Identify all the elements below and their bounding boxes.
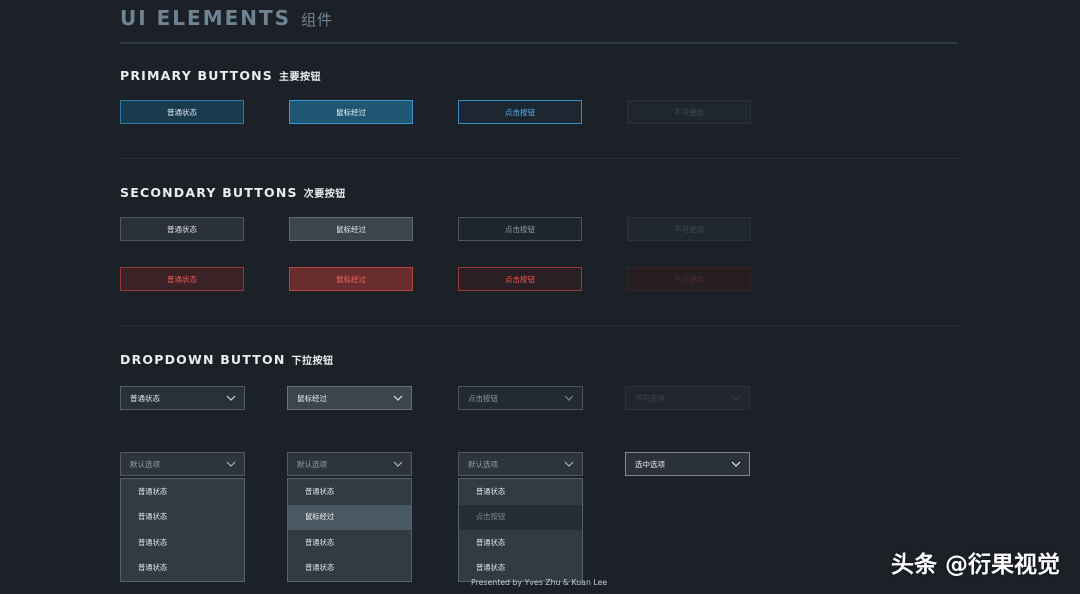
presenter-credit: Presented by Yves Zhu & Kuan Lee [471,578,608,587]
menu-item[interactable]: 普通状态 [288,530,411,556]
page-title-zh: 组件 [301,11,334,29]
dropdown-selected[interactable]: 选中选项 [625,452,750,476]
chevron-down-icon [393,395,403,401]
primary-button-disabled: 不可使用 [627,100,751,124]
dropdown-open-3[interactable]: 默认选项 [458,452,583,476]
title-divider [120,42,958,44]
chevron-down-icon [226,395,236,401]
dropdown-placeholder: 默认选项 [297,459,327,469]
danger-button-disabled: 不可使用 [627,267,751,291]
primary-heading-text: PRIMARY BUTTONS [120,68,274,83]
menu-item[interactable]: 普通状态 [288,479,411,505]
menu-item[interactable]: 普通状态 [121,556,244,582]
chevron-down-icon [393,461,403,467]
dropdown-selected-value: 选中选项 [635,459,665,469]
dropdown-normal[interactable]: 普通状态 [120,386,245,410]
dropdown-label: 点击按钮 [468,393,498,403]
menu-item[interactable]: 普通状态 [459,530,582,556]
secondary-heading-text: SECONDARY BUTTONS [120,185,298,200]
menu-item[interactable]: 普通状态 [288,556,411,582]
page-title: UI ELEMENTS 组件 [120,6,333,30]
danger-button-hover[interactable]: 鼠标经过 [289,267,413,291]
dropdown-placeholder: 默认选项 [468,459,498,469]
menu-item[interactable]: 普通状态 [121,505,244,531]
chevron-down-icon [564,395,574,401]
page-title-text: UI ELEMENTS [120,6,292,30]
secondary-heading-zh: 次要按钮 [303,189,346,200]
secondary-button-disabled: 不可使用 [627,217,751,241]
dropdown-menu-3: 普通状态 点击按钮 普通状态 普通状态 [458,478,583,582]
dropdown-heading-text: DROPDOWN BUTTON [120,352,286,367]
dropdown-placeholder: 默认选项 [130,459,160,469]
menu-item-hover[interactable]: 鼠标经过 [288,504,411,530]
dropdown-pressed[interactable]: 点击按钮 [458,386,583,410]
section-divider [120,325,958,326]
chevron-down-icon [226,461,236,467]
menu-item[interactable]: 普通状态 [121,530,244,556]
dropdown-menu-1: 普通状态 普通状态 普通状态 普通状态 [120,478,245,582]
primary-buttons-heading: PRIMARY BUTTONS 主要按钮 [120,68,321,83]
dropdown-label: 鼠标经过 [297,393,327,403]
primary-button-normal[interactable]: 普通状态 [120,100,244,124]
dropdown-label: 不可使用 [635,393,665,403]
dropdown-label: 普通状态 [130,393,160,403]
dropdown-open-2[interactable]: 默认选项 [287,452,412,476]
menu-item[interactable]: 普通状态 [459,479,582,505]
primary-button-hover[interactable]: 鼠标经过 [289,100,413,124]
chevron-down-icon [731,395,741,401]
chevron-down-icon [564,461,574,467]
secondary-buttons-heading: SECONDARY BUTTONS 次要按钮 [120,185,346,200]
secondary-button-pressed[interactable]: 点击按钮 [458,217,582,241]
dropdown-menu-2: 普通状态 鼠标经过 普通状态 普通状态 [287,478,412,582]
dropdown-heading-zh: 下拉按钮 [291,356,334,367]
dropdown-hover[interactable]: 鼠标经过 [287,386,412,410]
primary-heading-zh: 主要按钮 [279,72,322,83]
secondary-button-normal[interactable]: 普通状态 [120,217,244,241]
dropdown-disabled: 不可使用 [625,386,750,410]
menu-item[interactable]: 普通状态 [121,479,244,505]
dropdown-open-1[interactable]: 默认选项 [120,452,245,476]
chevron-down-icon [731,461,741,467]
section-divider [120,158,958,159]
primary-button-pressed[interactable]: 点击按钮 [458,100,582,124]
watermark: 头条 @衍果视觉 [890,552,1060,578]
menu-item-pressed[interactable]: 点击按钮 [459,504,582,530]
dropdown-heading: DROPDOWN BUTTON 下拉按钮 [120,352,334,367]
danger-button-normal[interactable]: 普通状态 [120,267,244,291]
secondary-button-hover[interactable]: 鼠标经过 [289,217,413,241]
danger-button-pressed[interactable]: 点击按钮 [458,267,582,291]
